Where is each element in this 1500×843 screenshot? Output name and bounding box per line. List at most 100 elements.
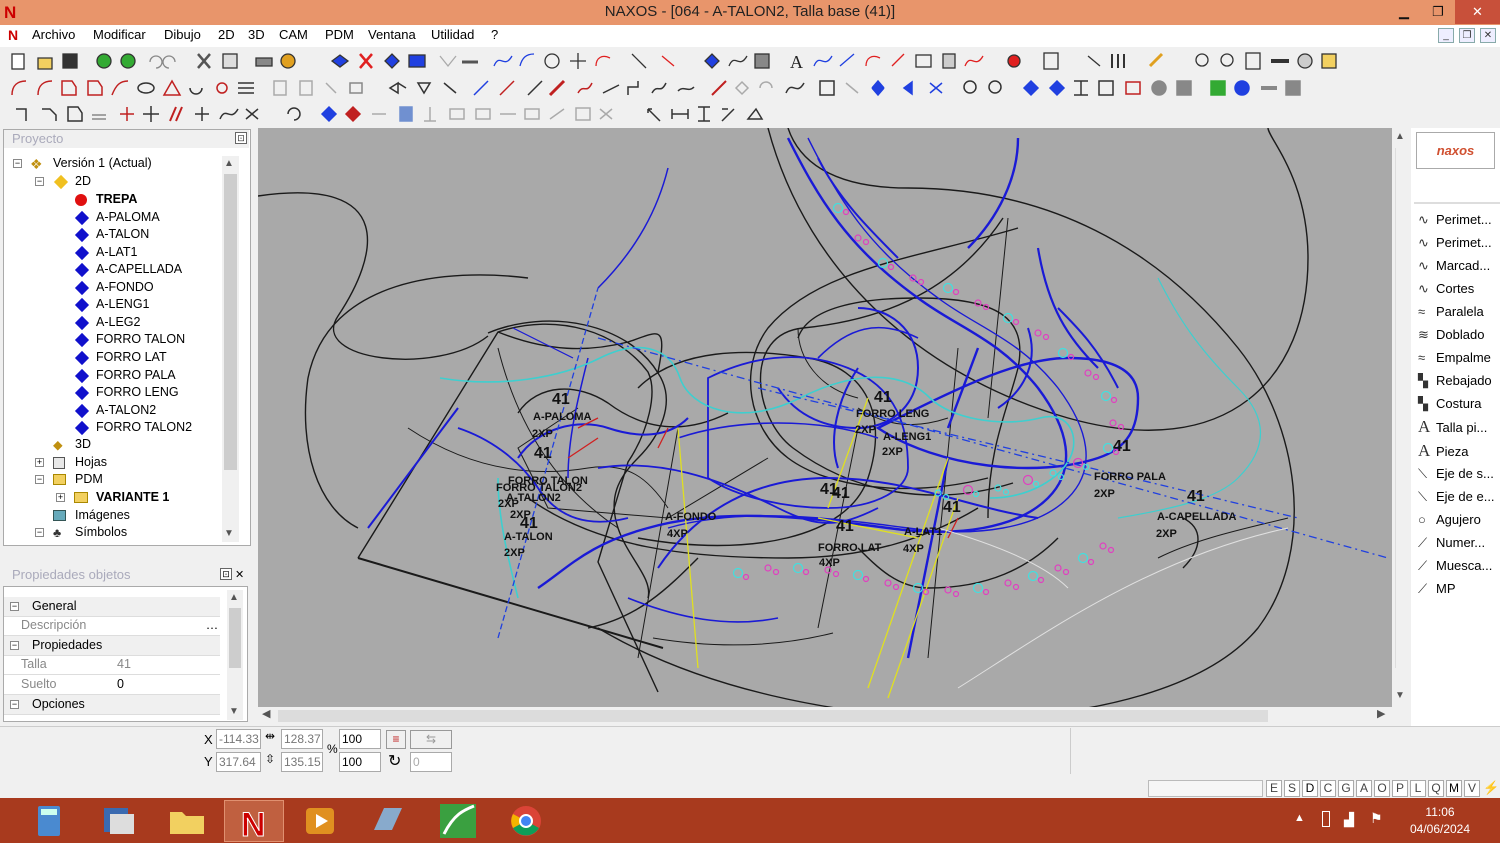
scale-y-field[interactable]: 100 bbox=[339, 752, 381, 772]
descripcion-field[interactable] bbox=[112, 617, 204, 634]
tree-node-version[interactable]: − ❖ Versión 1 (Actual) bbox=[0, 155, 222, 173]
taskbar-explorer-icon[interactable] bbox=[88, 800, 148, 842]
tree-piece-item[interactable]: A-LEG2 bbox=[0, 314, 222, 332]
expand-icon[interactable]: + bbox=[35, 458, 44, 467]
tool-mp[interactable]: ⟋ MP bbox=[1418, 579, 1500, 602]
toolbar-1-icons[interactable]: A bbox=[0, 48, 1350, 74]
collapse-icon[interactable]: − bbox=[10, 602, 19, 611]
talla-field[interactable]: 41 bbox=[117, 655, 131, 674]
menu-2d[interactable]: 2D bbox=[218, 27, 235, 42]
tree-piece-item[interactable]: FORRO PALA bbox=[0, 367, 222, 385]
tool-agujero[interactable]: ○ Agujero bbox=[1418, 510, 1500, 533]
menu-cam[interactable]: CAM bbox=[279, 27, 308, 42]
indicator-m[interactable]: M bbox=[1446, 780, 1462, 797]
tree-node-simbolos[interactable]: − ♣ Símbolos bbox=[0, 524, 222, 542]
menu-3d[interactable]: 3D bbox=[248, 27, 265, 42]
indicator-s[interactable]: S bbox=[1284, 780, 1300, 797]
menu-pdm[interactable]: PDM bbox=[325, 27, 354, 42]
taskbar-shoe-app-icon[interactable] bbox=[428, 800, 488, 842]
scale-x-field[interactable]: 100 bbox=[339, 729, 381, 749]
taskbar-naxos-icon[interactable]: N bbox=[224, 800, 284, 843]
collapse-icon[interactable]: − bbox=[35, 528, 44, 537]
indicator-e[interactable]: E bbox=[1266, 780, 1282, 797]
suelto-field[interactable]: 0 bbox=[117, 675, 124, 694]
close-button[interactable]: ✕ bbox=[1455, 0, 1500, 24]
pattern-drawing[interactable]: 41A-PALOMA2XP41FORRO TALONFORRO TALON22X… bbox=[258, 128, 1392, 708]
prop-group-general[interactable]: − General bbox=[4, 597, 220, 617]
mirror-icon[interactable]: ⇆ bbox=[410, 730, 452, 749]
menu-help[interactable]: ? bbox=[491, 27, 498, 42]
taskbar-media-icon[interactable] bbox=[290, 800, 350, 842]
tool-doblado[interactable]: ≋ Doblado bbox=[1418, 325, 1500, 348]
tool-empalme[interactable]: ≈ Empalme bbox=[1418, 348, 1500, 371]
taskbar-chrome-icon[interactable] bbox=[496, 800, 556, 842]
menu-archivo[interactable]: Archivo bbox=[32, 27, 75, 42]
mdi-restore-button[interactable]: ❐ bbox=[1459, 28, 1475, 43]
tool-rebajado[interactable]: ▚ Rebajado bbox=[1418, 371, 1500, 394]
collapse-icon[interactable]: − bbox=[10, 700, 19, 709]
tool-perimet[interactable]: ∿ Perimet... bbox=[1418, 210, 1500, 233]
y-coordinate-field[interactable]: 317.64 bbox=[216, 752, 261, 772]
indicator-q[interactable]: Q bbox=[1428, 780, 1444, 797]
indicator-d[interactable]: D bbox=[1302, 780, 1318, 797]
tool-paralela[interactable]: ≈ Paralela bbox=[1418, 302, 1500, 325]
show-hidden-icons-icon[interactable]: ▲ bbox=[1294, 812, 1305, 824]
tool-perimet[interactable]: ∿ Perimet... bbox=[1418, 233, 1500, 256]
tool-pieza[interactable]: A Pieza bbox=[1418, 441, 1500, 464]
signal-icon[interactable]: ▟ bbox=[1344, 812, 1354, 828]
toolbar-2-icons[interactable] bbox=[0, 75, 1320, 101]
tree-piece-item[interactable]: A-LAT1 bbox=[0, 244, 222, 262]
indicator-a[interactable]: A bbox=[1356, 780, 1372, 797]
taskbar-calculator-icon[interactable] bbox=[20, 800, 80, 842]
tool-ejedes[interactable]: ⟍ Eje de s... bbox=[1418, 464, 1500, 487]
expand-icon[interactable]: + bbox=[56, 493, 65, 502]
width-field[interactable]: 128.37 bbox=[281, 729, 323, 749]
battery-icon[interactable] bbox=[1322, 811, 1330, 827]
tree-node-3d[interactable]: ◆ 3D bbox=[0, 436, 222, 454]
tree-node-hojas[interactable]: + Hojas bbox=[0, 454, 222, 472]
taskbar-folder-icon[interactable] bbox=[156, 800, 216, 842]
prop-group-opciones[interactable]: − Opciones bbox=[4, 695, 220, 715]
canvas-vertical-scrollbar[interactable]: ▲ ▼ bbox=[1392, 128, 1409, 708]
flag-icon[interactable]: ⚑ bbox=[1370, 810, 1383, 827]
taskbar-app-icon[interactable] bbox=[358, 800, 418, 842]
minimize-button[interactable]: ▁ bbox=[1387, 0, 1421, 24]
x-coordinate-field[interactable]: -114.33 bbox=[216, 729, 261, 749]
alert-icon[interactable]: ⚡ bbox=[1483, 780, 1499, 797]
tree-piece-item[interactable]: FORRO TALON2 bbox=[0, 419, 222, 437]
tree-piece-item[interactable]: FORRO LENG bbox=[0, 384, 222, 402]
menu-modificar[interactable]: Modificar bbox=[93, 27, 146, 42]
tool-marcad[interactable]: ∿ Marcad... bbox=[1418, 256, 1500, 279]
tree-piece-item[interactable]: A-CAPELLADA bbox=[0, 261, 222, 279]
taskbar-clock[interactable]: 11:06 04/06/2024 bbox=[1395, 804, 1485, 838]
rotation-field[interactable]: 0 bbox=[410, 752, 452, 772]
document-icon[interactable]: N bbox=[8, 27, 18, 43]
maximize-button[interactable]: ❐ bbox=[1421, 0, 1455, 24]
indicator-o[interactable]: O bbox=[1374, 780, 1390, 797]
tree-scrollbar[interactable]: ▲ ▼ bbox=[222, 156, 239, 542]
collapse-icon[interactable]: − bbox=[13, 159, 22, 168]
indicator-v[interactable]: V bbox=[1464, 780, 1480, 797]
drawing-canvas[interactable]: 41 A-PALOMA 2XP 41 FORRO TALON FORRO TALON2 2X… bbox=[258, 128, 1392, 708]
collapse-icon[interactable]: − bbox=[35, 177, 44, 186]
tree-piece-item[interactable]: A-LENG1 bbox=[0, 296, 222, 314]
tool-tallapi[interactable]: A Talla pi... bbox=[1418, 417, 1500, 440]
ellipsis-button[interactable]: … bbox=[204, 616, 220, 635]
prop-group-propiedades[interactable]: − Propiedades bbox=[4, 636, 220, 656]
canvas-horizontal-scrollbar[interactable]: ◀ ▶ bbox=[258, 707, 1392, 724]
prop-descripcion[interactable]: Descripción … bbox=[4, 616, 220, 636]
tool-costura[interactable]: ▚ Costura bbox=[1418, 394, 1500, 417]
rotate-icon[interactable]: ↻ bbox=[388, 751, 401, 771]
pin-icon[interactable]: ⊡ bbox=[235, 132, 247, 144]
tree-piece-item[interactable]: A-TALON2 bbox=[0, 402, 222, 420]
indicator-l[interactable]: L bbox=[1410, 780, 1426, 797]
tree-node-variante[interactable]: + VARIANTE 1 bbox=[0, 489, 222, 507]
tree-piece-item[interactable]: A-PALOMA bbox=[0, 209, 222, 227]
pin-icon[interactable]: ⊡ bbox=[220, 568, 232, 580]
tree-piece-item[interactable]: TREPA bbox=[0, 191, 222, 209]
collapse-icon[interactable]: − bbox=[10, 641, 19, 650]
tree-node-imagenes[interactable]: Imágenes bbox=[0, 507, 222, 525]
tool-ejedee[interactable]: ⟍ Eje de e... bbox=[1418, 487, 1500, 510]
tool-numer[interactable]: ⟋ Numer... bbox=[1418, 533, 1500, 556]
prop-talla[interactable]: Talla 41 bbox=[4, 655, 220, 675]
